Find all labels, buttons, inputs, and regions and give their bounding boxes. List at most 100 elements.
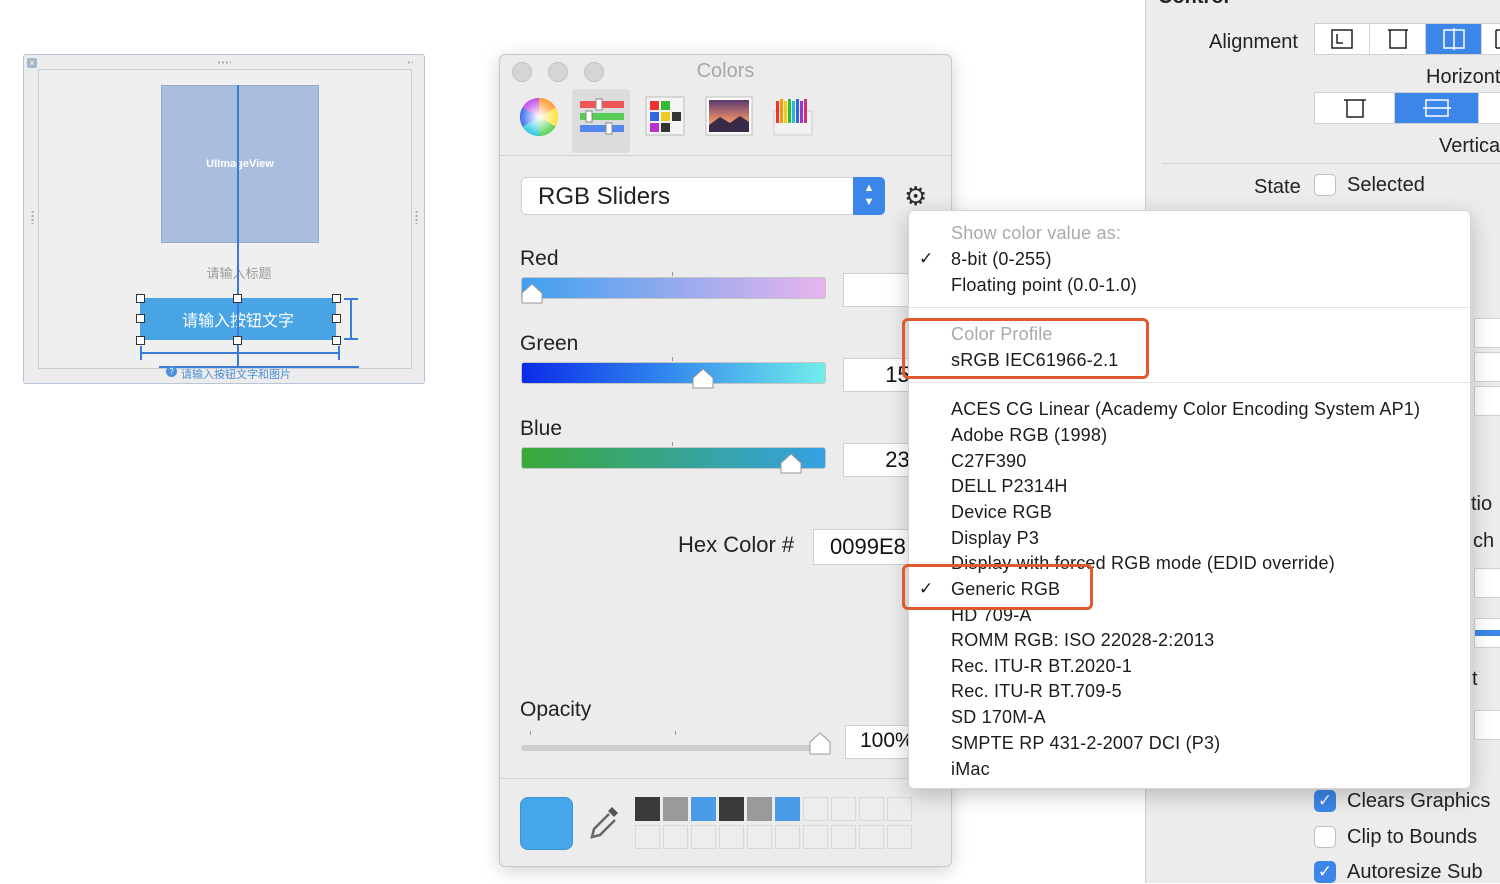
resize-handle-br[interactable] — [332, 336, 341, 345]
horizontal-segmented-control[interactable] — [1314, 92, 1500, 124]
color-well-empty[interactable] — [803, 797, 828, 821]
color-well-empty[interactable] — [635, 825, 660, 849]
menu-item-profile[interactable]: iMac — [951, 759, 990, 780]
resize-dots-right[interactable] — [415, 210, 418, 224]
tab-pencils[interactable] — [764, 89, 822, 153]
hex-color-label: Hex Color # — [678, 532, 795, 557]
resize-handle-mr[interactable] — [332, 314, 341, 323]
inspector-field[interactable] — [1474, 318, 1500, 348]
resize-handle-ml[interactable] — [136, 314, 145, 323]
storyboard-view-controller[interactable]: × UIImageView 请输入标题 请输入按钮文字 ?请输入按钮文字和图片 — [23, 54, 425, 384]
resize-handle-bc[interactable] — [233, 336, 242, 345]
tab-sliders[interactable] — [572, 89, 630, 153]
align-center-option[interactable] — [1426, 24, 1482, 54]
menu-item-profile[interactable]: Display P3 — [951, 528, 1039, 549]
root-view[interactable]: UIImageView 请输入标题 请输入按钮文字 ?请输入按钮文字和图片 — [38, 69, 412, 379]
color-well-empty[interactable] — [831, 797, 856, 821]
align-top-option[interactable] — [1370, 24, 1426, 54]
menu-item-profile[interactable]: DELL P2314H — [951, 476, 1068, 497]
tab-image-palettes[interactable] — [700, 89, 758, 153]
menu-item-profile[interactable]: SMPTE RP 431-2-2007 DCI (P3) — [951, 733, 1220, 754]
width-constraint[interactable] — [140, 352, 340, 354]
horizontal-option-1[interactable] — [1315, 93, 1395, 123]
color-well-empty[interactable] — [747, 825, 772, 849]
opacity-slider[interactable] — [521, 745, 819, 751]
slider-mode-select[interactable]: RGB Sliders ▲ ▼ — [521, 177, 885, 215]
color-well[interactable] — [663, 797, 688, 821]
green-slider[interactable] — [521, 357, 826, 384]
constraint-cap-right — [338, 346, 340, 360]
height-constraint[interactable] — [350, 298, 352, 340]
constraint-cap-left — [140, 346, 142, 360]
tab-color-wheel[interactable] — [510, 89, 568, 153]
horizontal-option-2[interactable] — [1395, 93, 1479, 123]
red-slider[interactable] — [521, 272, 826, 299]
color-well-empty[interactable] — [859, 797, 884, 821]
align-left-option[interactable] — [1315, 24, 1370, 54]
resize-handle-tc[interactable] — [233, 294, 242, 303]
color-well-empty[interactable] — [831, 825, 856, 849]
inspector-field[interactable] — [1474, 710, 1500, 740]
align-fill-option[interactable] — [1482, 24, 1500, 54]
menu-item-floating-point[interactable]: Floating point (0.0-1.0) — [951, 275, 1137, 296]
color-wheel-icon — [519, 97, 559, 137]
color-options-menu[interactable]: Show color value as: ✓ 8-bit (0-255) Flo… — [902, 210, 1471, 789]
color-well[interactable] — [775, 797, 800, 821]
colors-panel[interactable]: Colors RGB Sliders ▲ ▼ ⚙ Red Green 153 B… — [499, 54, 952, 867]
clears-graphics-checkbox[interactable]: ✓ — [1314, 790, 1336, 812]
resize-handle-tl[interactable] — [136, 294, 145, 303]
menu-item-profile[interactable]: Device RGB — [951, 502, 1052, 523]
title-label[interactable]: 请输入标题 — [159, 263, 319, 282]
color-well-empty[interactable] — [887, 825, 912, 849]
resize-handle-tr[interactable] — [332, 294, 341, 303]
resize-dots-left[interactable] — [31, 210, 34, 224]
resize-dots-top[interactable] — [217, 61, 231, 64]
selected-checkbox[interactable] — [1314, 174, 1336, 196]
color-well[interactable] — [747, 797, 772, 821]
eyedropper-icon[interactable] — [588, 803, 622, 848]
menu-item-profile[interactable]: SD 170M-A — [951, 707, 1046, 728]
menu-item-profile[interactable]: C27F390 — [951, 451, 1026, 472]
color-well[interactable] — [635, 797, 660, 821]
menu-item-8bit[interactable]: 8-bit (0-255) — [951, 249, 1052, 270]
inspector-field[interactable] — [1474, 386, 1500, 416]
alignment-label: Alignment — [1209, 31, 1298, 53]
color-well[interactable] — [691, 797, 716, 821]
pencils-icon — [773, 99, 813, 136]
current-color-swatch[interactable] — [520, 797, 573, 850]
menu-item-profile[interactable]: Rec. ITU-R BT.2020-1 — [951, 656, 1132, 677]
menu-item-profile[interactable]: Rec. ITU-R BT.709-5 — [951, 681, 1122, 702]
gear-icon[interactable]: ⚙ — [904, 181, 927, 212]
constraint-cap-top — [344, 298, 358, 300]
color-well-empty[interactable] — [775, 825, 800, 849]
clip-to-bounds-checkbox[interactable] — [1314, 826, 1336, 848]
horizontal-option-3[interactable] — [1479, 93, 1500, 123]
color-well-empty[interactable] — [803, 825, 828, 849]
align-top-icon — [1387, 29, 1408, 49]
selected-checkbox-label: Selected — [1347, 174, 1425, 196]
help-label[interactable]: ? 请输入按钮文字和图片 — [166, 366, 326, 379]
align-middle-icon — [1422, 99, 1451, 117]
partial-label-1: tio — [1471, 493, 1493, 515]
inspector-color-field[interactable] — [1474, 618, 1500, 648]
alignment-segmented-control[interactable] — [1314, 23, 1500, 55]
autoresize-subviews-checkbox[interactable]: ✓ — [1314, 861, 1336, 883]
color-well-empty[interactable] — [719, 825, 744, 849]
close-icon[interactable]: × — [27, 58, 37, 68]
color-well-empty[interactable] — [859, 825, 884, 849]
color-well[interactable] — [719, 797, 744, 821]
menu-header-show-value: Show color value as: — [951, 223, 1122, 243]
color-well-empty[interactable] — [663, 825, 688, 849]
color-well-empty[interactable] — [691, 825, 716, 849]
image-view[interactable]: UIImageView — [161, 85, 319, 243]
tab-palettes[interactable] — [636, 89, 694, 153]
menu-separator — [909, 307, 1470, 308]
inspector-field[interactable] — [1474, 352, 1500, 382]
menu-item-profile[interactable]: ROMM RGB: ISO 22028-2:2013 — [951, 630, 1214, 651]
resize-handle-bl[interactable] — [136, 336, 145, 345]
help-icon: ? — [166, 366, 177, 377]
menu-item-profile[interactable]: Adobe RGB (1998) — [951, 425, 1107, 446]
inspector-field[interactable] — [1474, 568, 1500, 598]
menu-item-profile[interactable]: ACES CG Linear (Academy Color Encoding S… — [951, 399, 1420, 420]
color-well-empty[interactable] — [887, 797, 912, 821]
